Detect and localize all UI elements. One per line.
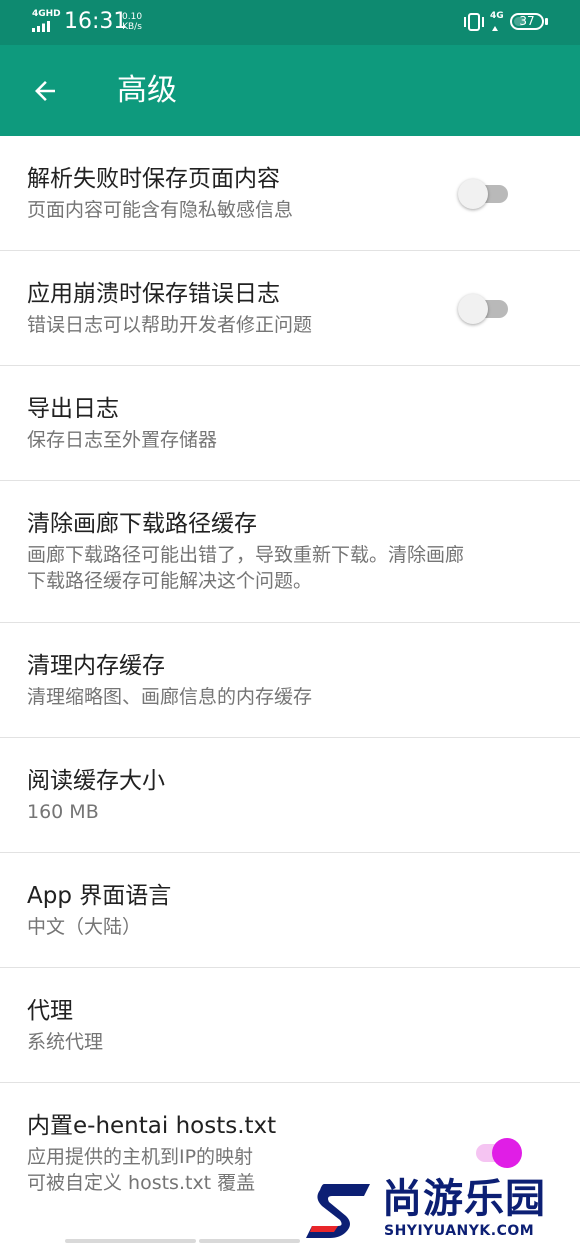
network-speed: 0.10 KB/s [122, 12, 142, 32]
setting-title: 应用崩溃时保存错误日志 [27, 281, 280, 307]
setting-title: 代理 [27, 998, 73, 1024]
setting-clear-download-path-cache[interactable]: 清除画廊下载路径缓存 画廊下载路径可能出错了，导致重新下载。清除画廊 下载路径缓… [0, 481, 580, 623]
setting-summary: 系统代理 [27, 1031, 104, 1053]
setting-app-language[interactable]: App 界面语言 中文（大陆） [0, 853, 580, 968]
setting-summary: 中文（大陆） [27, 916, 142, 938]
nav-gesture-bar-right [199, 1239, 300, 1243]
toggle-thumb [458, 179, 488, 209]
setting-summary-line-1: 画廊下载路径可能出错了，导致重新下载。清除画廊 [27, 544, 465, 566]
setting-title: App 界面语言 [27, 883, 172, 909]
arrow-left-icon [35, 81, 55, 101]
setting-summary-line-2: 下载路径缓存可能解决这个问题。 [27, 570, 313, 592]
toggle-thumb [492, 1138, 522, 1168]
setting-save-crash-log[interactable]: 应用崩溃时保存错误日志 错误日志可以帮助开发者修正问题 [0, 251, 580, 366]
battery-level: 37 [519, 14, 535, 28]
save-page-toggle[interactable] [456, 176, 510, 210]
setting-summary: 保存日志至外置存储器 [27, 429, 218, 451]
toggle-thumb [458, 294, 488, 324]
speed-value: 0.10 [122, 12, 143, 22]
status-bar: 4GHD 16:31 0.10 KB/s 4G 37 [0, 0, 580, 45]
setting-proxy[interactable]: 代理 系统代理 [0, 968, 580, 1083]
nav-gesture-bar-left [65, 1239, 196, 1243]
watermark-name: 尚游乐园 [382, 1176, 546, 1222]
watermark-domain: SHYIYUANYK.COM [384, 1223, 535, 1239]
battery-icon: 37 [510, 13, 544, 30]
page-title: 高级 [117, 73, 177, 108]
battery-tip [545, 18, 548, 25]
setting-save-page-on-parse-fail[interactable]: 解析失败时保存页面内容 页面内容可能含有隐私敏感信息 [0, 136, 580, 251]
data-activity-icon [492, 26, 498, 31]
save-crash-log-toggle[interactable] [456, 291, 510, 325]
setting-export-logs[interactable]: 导出日志 保存日志至外置存储器 [0, 366, 580, 481]
setting-title: 清除画廊下载路径缓存 [27, 511, 257, 537]
builtin-hosts-toggle[interactable] [468, 1135, 522, 1169]
app-bar: 高级 [0, 45, 580, 136]
setting-title: 阅读缓存大小 [27, 768, 165, 794]
settings-list: 解析失败时保存页面内容 页面内容可能含有隐私敏感信息 应用崩溃时保存错误日志 错… [0, 136, 580, 1243]
setting-title: 内置e-hentai hosts.txt [27, 1113, 277, 1139]
vibrate-icon [464, 13, 484, 31]
watermark-logo-icon [306, 1184, 370, 1238]
speed-unit: KB/s [122, 22, 142, 32]
signal-icon [32, 21, 50, 32]
setting-read-cache-size[interactable]: 阅读缓存大小 160 MB [0, 738, 580, 853]
network-type-right: 4G [490, 11, 504, 21]
clock: 16:31 [64, 9, 128, 34]
setting-title: 清理内存缓存 [27, 653, 165, 679]
setting-clear-memory-cache[interactable]: 清理内存缓存 清理缩略图、画廊信息的内存缓存 [0, 623, 580, 738]
network-type: 4GHD [32, 9, 61, 19]
back-button[interactable] [22, 68, 68, 114]
watermark: 尚游乐园 SHYIYUANYK.COM [298, 1176, 580, 1244]
setting-summary: 160 MB [27, 801, 99, 823]
setting-title: 导出日志 [27, 396, 119, 422]
setting-title: 解析失败时保存页面内容 [27, 166, 280, 192]
setting-summary: 清理缩略图、画廊信息的内存缓存 [27, 686, 313, 708]
